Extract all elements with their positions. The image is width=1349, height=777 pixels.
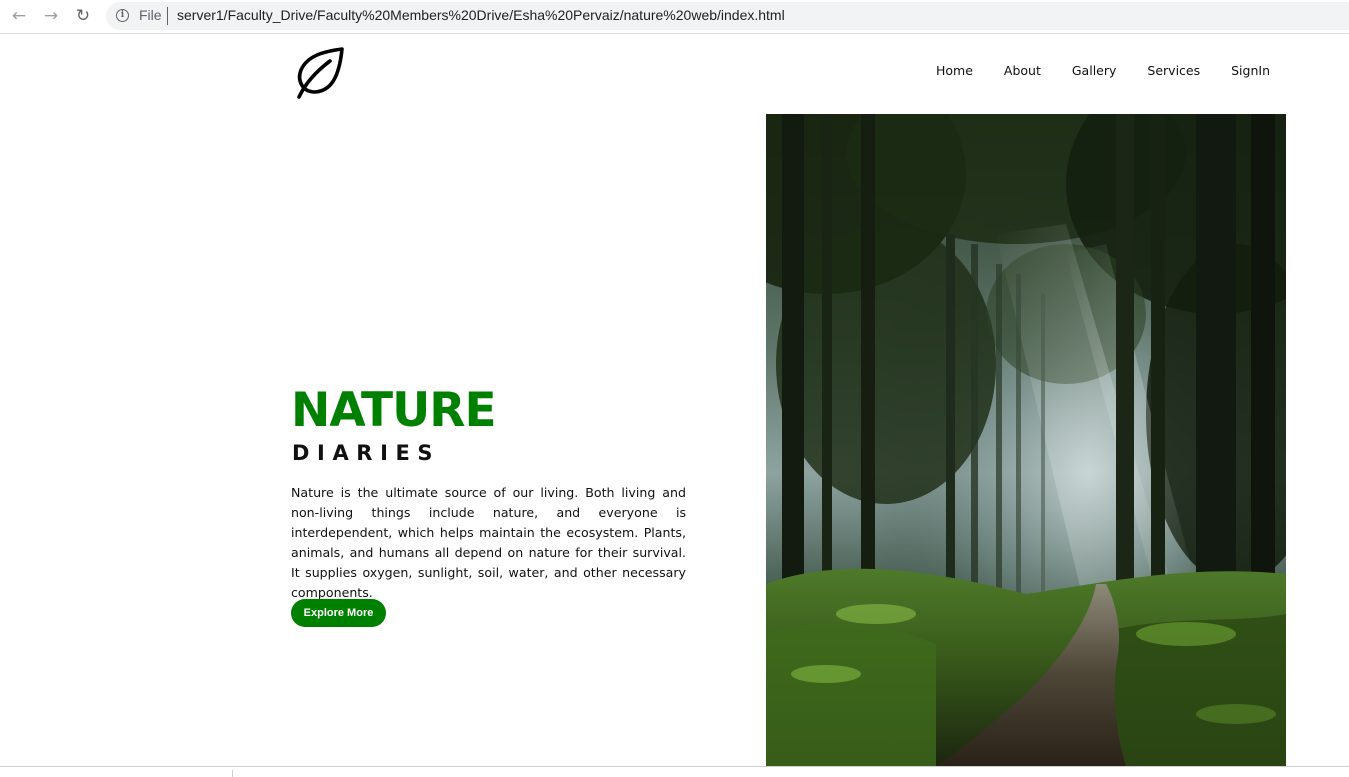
url-text[interactable]: server1/Faculty_Drive/Faculty%20Members%… bbox=[177, 7, 785, 23]
arrow-left-icon[interactable]: ← bbox=[7, 5, 31, 27]
reload-icon[interactable]: ↻ bbox=[71, 5, 95, 27]
arrow-right-icon[interactable]: → bbox=[39, 5, 63, 27]
hero-title: NATURE bbox=[291, 383, 497, 438]
nav-about[interactable]: About bbox=[1004, 63, 1041, 78]
scheme-label: File bbox=[139, 7, 162, 23]
explore-more-button[interactable]: Explore More bbox=[291, 599, 386, 627]
nav-gallery[interactable]: Gallery bbox=[1072, 63, 1117, 78]
forest-path-photo bbox=[766, 114, 1286, 766]
hero-subtitle: DIARIES bbox=[292, 441, 441, 465]
hero-description: Nature is the ultimate source of our liv… bbox=[291, 485, 686, 600]
nav-signin[interactable]: SignIn bbox=[1231, 63, 1270, 78]
address-bar[interactable]: i File server1/Faculty_Drive/Faculty%20M… bbox=[106, 2, 1349, 30]
leaf-icon[interactable] bbox=[294, 46, 348, 100]
main-nav: Home About Gallery Services SignIn bbox=[936, 63, 1270, 78]
info-icon[interactable]: i bbox=[116, 9, 129, 22]
status-divider bbox=[232, 770, 233, 777]
viewport-bottom-border bbox=[0, 766, 1349, 767]
nav-services[interactable]: Services bbox=[1147, 63, 1200, 78]
omnibox-divider bbox=[167, 7, 168, 25]
browser-toolbar: ← → ↻ i File server1/Faculty_Drive/Facul… bbox=[0, 0, 1349, 34]
nav-home[interactable]: Home bbox=[936, 63, 973, 78]
